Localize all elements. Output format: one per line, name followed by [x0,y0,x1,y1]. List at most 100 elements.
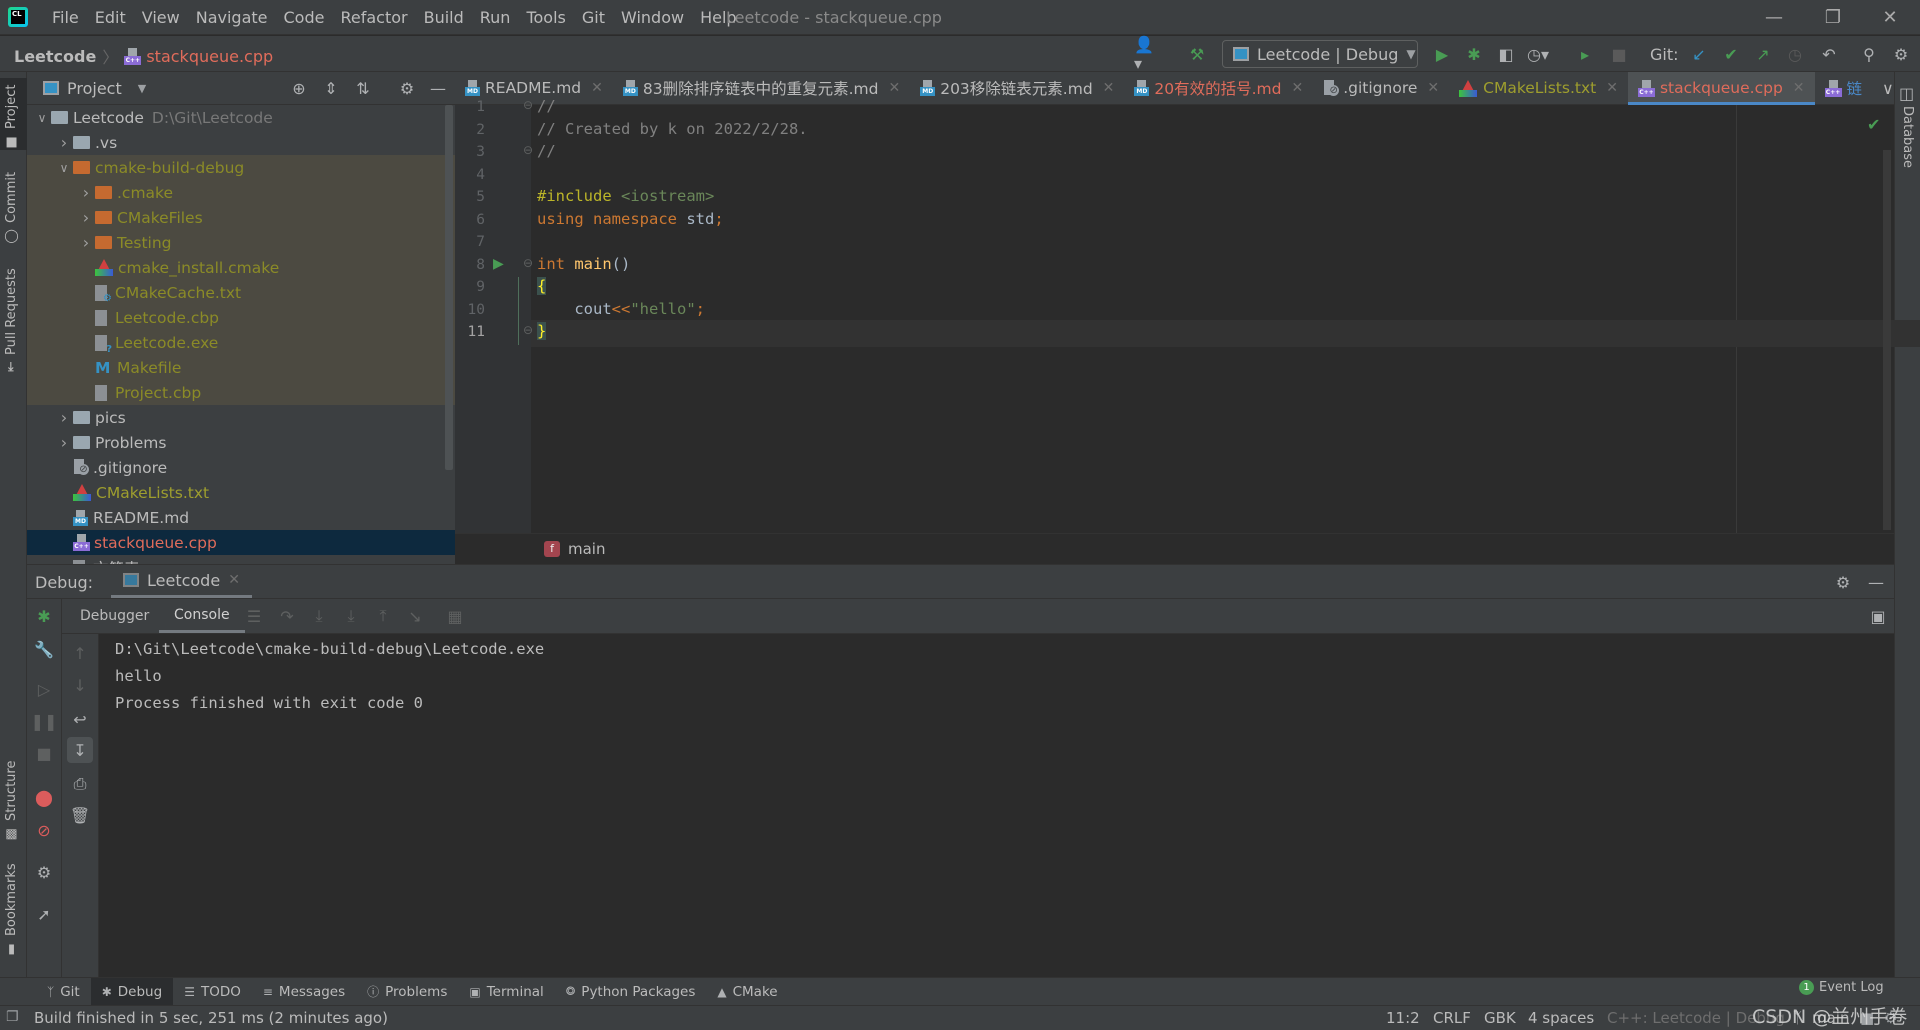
caret-position[interactable]: 11:2 [1386,1009,1420,1027]
run-configuration-select[interactable]: Leetcode | Debug ▼ [1222,40,1418,68]
git-push-icon[interactable]: ↗ [1750,41,1776,67]
hide-panel-icon[interactable]: — [425,75,451,101]
tree-node[interactable]: › .cmake [27,180,455,205]
tool-windows-toggle-icon[interactable]: ❐ [6,1009,19,1025]
file-encoding[interactable]: GBK [1484,1009,1516,1027]
fold-marker-icon[interactable]: ⊖ [523,323,533,337]
expand-all-icon[interactable]: ⇕ [318,75,344,101]
step-over-icon[interactable]: ↷ [274,603,300,629]
attach-process-icon[interactable]: ▸ [1572,41,1598,67]
tree-node[interactable]: ? Leetcode.exe [27,330,455,355]
editor-tab[interactable]: 83删除排序链表中的重复元素.md ✕ [613,72,910,104]
event-log-button[interactable]: 1 Event Log [1799,980,1884,995]
rollback-icon[interactable]: ↶ [1816,41,1842,67]
run-icon[interactable]: ▶ [1429,41,1455,67]
tool-window-pull-requests[interactable]: ⇤ Pull Requests [4,262,19,372]
editor-scrollbar[interactable] [1883,150,1891,530]
restore-button[interactable]: ❐ [1803,0,1863,35]
layout-menu-icon[interactable]: ☰ [241,603,267,629]
tree-node[interactable]: README.md [27,505,455,530]
git-commit-icon[interactable]: ✔ [1718,41,1744,67]
tree-node[interactable]: M Makefile [27,355,455,380]
status-message[interactable]: Build finished in 5 sec, 251 ms (2 minut… [34,1009,388,1027]
close-tab-icon[interactable]: ✕ [1606,80,1618,96]
profile-icon[interactable]: ◷▾ [1525,41,1551,67]
run-to-cursor-icon[interactable]: ↘ [402,603,428,629]
tree-node[interactable]: Leetcode.cbp [27,305,455,330]
tool-window-bookmarks[interactable]: ▮ Bookmarks [4,862,19,957]
indent-setting[interactable]: 4 spaces [1528,1009,1594,1027]
tool-window-commit[interactable]: ◯ Commit [4,164,19,244]
tool-tab-debug[interactable]: ✱ Debug [90,977,174,1006]
close-tab-icon[interactable]: ✕ [591,80,603,96]
print-icon[interactable]: ⎙ [67,771,93,797]
close-tab-icon[interactable]: ✕ [1427,80,1439,96]
evaluate-expression-icon[interactable]: ▦ [442,603,468,629]
fold-marker-icon[interactable]: ⊖ [523,256,533,270]
tool-window-database[interactable]: Database [1900,106,1915,168]
tree-node[interactable]: › pics [27,405,455,430]
chevron-right-icon[interactable]: › [77,208,95,227]
close-tab-icon[interactable]: ✕ [1291,80,1303,96]
line-separator[interactable]: CRLF [1433,1009,1471,1027]
debug-bug-icon[interactable]: ✱ [1461,41,1487,67]
search-icon[interactable]: ⚲ [1856,41,1882,67]
menu-file[interactable]: File [44,8,87,27]
step-out-icon[interactable]: ⤒ [370,603,396,629]
hide-debug-icon[interactable]: — [1863,569,1889,595]
tool-window-project[interactable]: ■ Project [0,78,27,150]
soft-wrap-icon[interactable]: ↩ [67,706,93,732]
debug-session-tab[interactable]: Leetcode ✕ [111,565,252,598]
project-view-select[interactable]: Project [67,79,122,98]
step-into-icon[interactable]: ⤓ [306,603,332,629]
tool-tab-python-packages[interactable]: ⭗ Python Packages [555,978,707,1006]
pin-icon[interactable]: ➚ [31,901,57,927]
console-output[interactable]: D:\Git\Leetcode\cmake-build-debug\Leetco… [100,634,1894,977]
menu-edit[interactable]: Edit [87,8,134,27]
menu-view[interactable]: View [134,8,188,27]
trash-icon[interactable]: 🗑 [67,802,93,828]
run-main-icon[interactable]: ▶ [493,256,504,272]
view-breakpoints-icon[interactable]: ⬤ [31,784,57,810]
debug-settings-icon[interactable]: ⚙ [31,859,57,885]
git-update-icon[interactable]: ↙ [1686,41,1712,67]
fold-marker-icon[interactable]: ⊖ [523,143,533,157]
wrench-icon[interactable]: 🔧 [31,636,57,662]
close-tab-icon[interactable]: ✕ [1793,80,1805,96]
editor-tab[interactable]: .gitignore ✕ [1313,72,1449,104]
tree-node[interactable]: › .vs [27,130,455,155]
collapse-all-icon[interactable]: ⇅ [350,75,376,101]
chevron-down-icon[interactable]: ∨ [55,161,73,175]
editor-tab[interactable]: 20有效的括号.md ✕ [1124,72,1313,104]
debug-settings-icon[interactable]: ⚙ [1830,569,1856,595]
menu-code[interactable]: Code [276,8,333,27]
menu-run[interactable]: Run [472,8,519,27]
project-scrollbar[interactable] [445,105,453,470]
pause-icon[interactable]: ❚❚ [31,708,58,734]
tree-node[interactable]: ⚙ CMakeCache.txt [27,280,455,305]
tree-node[interactable]: ∨ Leetcode D:\Git\Leetcode [27,105,455,130]
tool-tab-problems[interactable]: ⓘ Problems [356,978,458,1006]
breadcrumb-project[interactable]: Leetcode [14,47,96,66]
breadcrumb-file[interactable]: stackqueue.cpp [146,47,273,66]
menu-tools[interactable]: Tools [518,8,573,27]
stop-icon[interactable]: ■ [31,740,57,766]
scroll-to-end-icon[interactable]: ↧ [67,737,93,763]
tabs-overflow-button[interactable]: ∨ [1872,72,1904,104]
code-editor[interactable]: 1 2 3 4 5 6 7 8 9 10 11 ▶ // // Created by k on 2022… [455,97,1920,533]
tabs-more-actions-button[interactable]: ⋮ [1910,72,1920,104]
tool-tab-terminal[interactable]: ▣ Terminal [458,978,554,1006]
chevron-down-icon[interactable]: ∨ [33,111,51,125]
menu-git[interactable]: Git [574,8,613,27]
close-tab-icon[interactable]: ✕ [228,572,240,588]
fold-marker-icon[interactable]: ⊖ [523,98,533,112]
tree-node[interactable]: Project.cbp [27,380,455,405]
inspection-ok-icon[interactable]: ✔ [1867,115,1880,134]
locate-file-icon[interactable]: ⊕ [286,75,312,101]
close-tab-icon[interactable]: ✕ [1103,80,1115,96]
chevron-right-icon[interactable]: › [55,433,73,452]
force-step-into-icon[interactable]: ⤓ [338,603,364,629]
resume-icon[interactable]: ▷ [31,676,57,702]
breadcrumb-function[interactable]: main [568,540,605,558]
editor-tab[interactable]: stackqueue.cpp ✕ [1627,72,1815,105]
